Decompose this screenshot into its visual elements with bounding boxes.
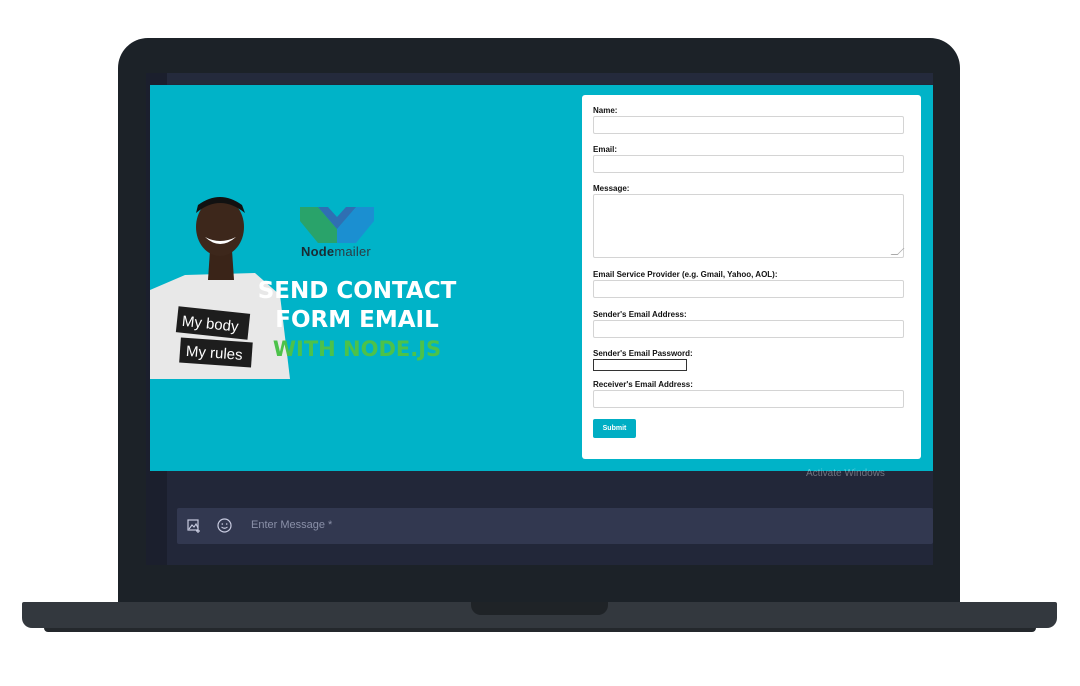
headline-line-2: FORM EMAIL [275, 307, 439, 333]
laptop-notch [471, 602, 608, 615]
nodemailer-banner: My body My rules Nodemailer SEND CONTACT… [150, 85, 933, 479]
provider-label: Email Service Provider (e.g. Gmail, Yaho… [593, 270, 778, 279]
provider-field[interactable] [593, 280, 904, 298]
activate-windows-watermark: Activate Windows [806, 468, 885, 479]
resize-grip-icon[interactable] [890, 248, 905, 255]
name-label: Name: [593, 106, 618, 115]
message-input[interactable]: Enter Message * [251, 519, 332, 531]
sender-password-field[interactable] [593, 359, 687, 371]
name-field[interactable] [593, 116, 904, 134]
headline-line-3: WITH NODE.JS [272, 337, 442, 361]
nodemailer-wordmark: Nodemailer [301, 244, 371, 259]
contact-form: Name: Email: Message: Email Service Prov… [582, 95, 921, 459]
banner-headline: SEND CONTACT FORM EMAIL WITH NODE.JS [242, 277, 472, 364]
emoji-icon[interactable] [217, 518, 232, 533]
laptop-screen: My body My rules Nodemailer SEND CONTACT… [146, 73, 933, 565]
sender-email-field[interactable] [593, 320, 904, 338]
logo-word-bold: Node [301, 244, 335, 259]
screen-top-bar [146, 73, 933, 84]
message-label: Message: [593, 184, 630, 193]
headline-line-1: SEND CONTACT [257, 278, 457, 304]
submit-button[interactable]: Submit [593, 419, 636, 438]
receiver-email-field[interactable] [593, 390, 904, 408]
message-bar: Enter Message * [177, 508, 933, 544]
sender-email-label: Sender's Email Address: [593, 310, 687, 319]
image-add-icon[interactable] [187, 519, 201, 533]
laptop-base-shadow [44, 628, 1036, 632]
logo-word-rest: mailer [334, 244, 371, 259]
email-label: Email: [593, 145, 618, 154]
email-field[interactable] [593, 155, 904, 173]
receiver-email-label: Receiver's Email Address: [593, 380, 693, 389]
sender-password-label: Sender's Email Password: [593, 349, 693, 358]
nodemailer-logo-icon [300, 207, 374, 243]
message-textarea[interactable] [593, 194, 905, 258]
